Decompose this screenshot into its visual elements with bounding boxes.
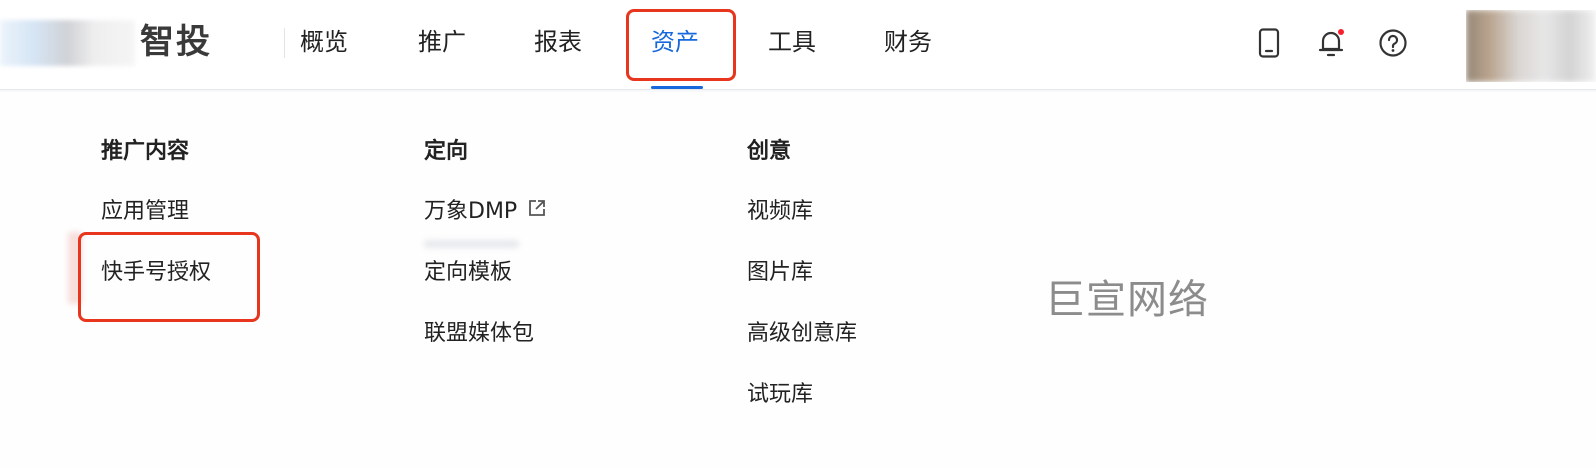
watermark-text: 巨宣网络 [1045,277,1209,323]
logo-image-blurred [0,20,135,66]
nav-item-tools[interactable]: 工具 [768,22,816,62]
menu-item-alliance-media-pack[interactable]: 联盟媒体包 [424,319,534,349]
nav-item-reports[interactable]: 报表 [534,22,582,62]
menu-item-kuaishou-auth[interactable]: 快手号授权 [101,258,211,288]
menu-item-label: 视频库 [747,199,814,224]
column-title: 定向 [424,139,469,164]
menu-item-label: 试玩库 [747,382,814,407]
user-avatar[interactable] [1466,10,1596,82]
mobile-icon[interactable] [1249,23,1289,63]
nav-item-promotion[interactable]: 推广 [418,22,466,62]
blurred-watermark-fragment [424,240,519,248]
menu-item-label: 快手号授权 [101,260,212,285]
menu-item-label: 联盟媒体包 [424,321,535,346]
menu-item-label: 高级创意库 [747,321,858,346]
assets-dropdown-panel: 推广内容 应用管理 快手号授权 定向 万象DMP 定向模板 联盟媒体包 创意 视… [0,92,1596,468]
nav-divider [284,28,285,58]
brand-name: 智投 [140,22,212,62]
top-navigation-bar: 智投 概览 推广 报表 资产 工具 财务 [0,0,1596,90]
menu-item-targeting-template[interactable]: 定向模板 [424,258,512,288]
menu-item-wanxiang-dmp[interactable]: 万象DMP [424,197,547,227]
menu-item-advanced-creative-library[interactable]: 高级创意库 [747,319,857,349]
nav-item-finance[interactable]: 财务 [884,22,932,62]
nav-item-assets[interactable]: 资产 [651,22,699,62]
menu-item-playable-library[interactable]: 试玩库 [747,380,813,410]
menu-item-image-library[interactable]: 图片库 [747,258,813,288]
menu-item-label: 图片库 [747,260,814,285]
menu-item-label: 应用管理 [101,199,190,224]
avatar-image-blurred [1466,10,1596,82]
column-title: 推广内容 [101,139,190,164]
menu-item-video-library[interactable]: 视频库 [747,197,813,227]
help-icon[interactable] [1373,23,1413,63]
column-title: 创意 [747,139,792,164]
brand-logo[interactable]: 智投 [0,8,220,78]
bell-icon[interactable] [1311,23,1351,63]
menu-item-app-management[interactable]: 应用管理 [101,197,189,227]
menu-item-label: 定向模板 [424,260,513,285]
notification-dot [1337,28,1345,36]
nav-item-overview[interactable]: 概览 [300,22,348,62]
active-tab-indicator [651,86,703,89]
blurred-fragment [68,232,82,304]
menu-item-label: 万象DMP [424,199,518,224]
external-link-icon [527,197,547,227]
